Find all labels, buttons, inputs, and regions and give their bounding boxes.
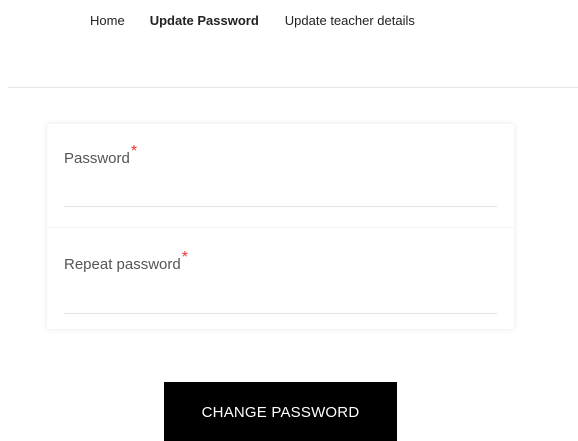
nav-item-home[interactable]: Home xyxy=(90,13,125,28)
repeat-password-label: Repeat password* xyxy=(64,249,188,274)
repeat-password-field-group: Repeat password* xyxy=(64,227,497,329)
repeat-password-input[interactable] xyxy=(64,287,497,314)
top-nav: Home Update Password Update teacher deta… xyxy=(90,13,415,28)
password-field-group: Password* xyxy=(64,124,497,227)
password-input[interactable] xyxy=(64,180,497,207)
required-asterisk: * xyxy=(130,143,138,160)
change-password-button[interactable]: CHANGE PASSWORD xyxy=(164,382,397,441)
required-asterisk: * xyxy=(181,249,188,266)
password-form-card: Password* Repeat password* xyxy=(47,124,514,329)
header-divider xyxy=(8,87,578,88)
password-label-text: Password xyxy=(64,150,130,167)
nav-item-update-password[interactable]: Update Password xyxy=(150,13,259,28)
repeat-password-label-text: Repeat password xyxy=(64,256,181,273)
nav-item-update-teacher-details[interactable]: Update teacher details xyxy=(285,13,415,28)
page: Home Update Password Update teacher deta… xyxy=(0,0,578,441)
password-label: Password* xyxy=(64,143,137,168)
